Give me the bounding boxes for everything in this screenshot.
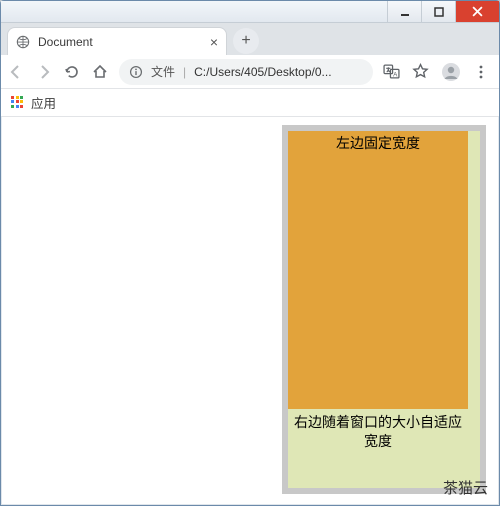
- kebab-menu-icon[interactable]: [473, 64, 489, 80]
- bookmark-star-icon[interactable]: [412, 63, 429, 80]
- demo-left-fixed-box: 左边固定宽度: [288, 131, 468, 409]
- svg-text:A: A: [393, 71, 398, 78]
- page-viewport: 左边固定宽度 右边随着窗口的大小自适应宽度 茶猫云: [2, 117, 498, 504]
- info-icon: [129, 65, 143, 79]
- globe-icon: [16, 35, 30, 49]
- forward-button[interactable]: [35, 63, 53, 81]
- bookmark-apps-label[interactable]: 应用: [31, 93, 56, 112]
- demo-container: 左边固定宽度 右边随着窗口的大小自适应宽度: [282, 125, 486, 494]
- toolbar-right-icons: A: [383, 62, 493, 82]
- new-tab-button[interactable]: +: [233, 28, 259, 54]
- minimize-button[interactable]: [387, 1, 421, 22]
- reload-button[interactable]: [63, 63, 81, 81]
- maximize-button[interactable]: [421, 1, 455, 22]
- back-button[interactable]: [7, 63, 25, 81]
- left-fixed-label: 左边固定宽度: [336, 133, 420, 409]
- tab-strip: Document × +: [1, 23, 499, 55]
- url-separator: |: [183, 65, 186, 79]
- tab-title: Document: [38, 35, 202, 49]
- plus-icon: +: [241, 32, 250, 50]
- browser-toolbar: 文件 | C:/Users/405/Desktop/0... A: [1, 55, 499, 89]
- watermark-text: 茶猫云: [443, 477, 488, 498]
- address-bar[interactable]: 文件 | C:/Users/405/Desktop/0...: [119, 59, 373, 85]
- browser-window: Document × + 文件 | C:/Users/405/Desktop/: [0, 0, 500, 506]
- profile-avatar-icon[interactable]: [441, 62, 461, 82]
- translate-icon[interactable]: A: [383, 63, 400, 80]
- url-text: C:/Users/405/Desktop/0...: [194, 65, 363, 79]
- right-adaptive-label: 右边随着窗口的大小自适应宽度: [288, 411, 468, 453]
- os-titlebar: [1, 1, 499, 23]
- demo-right-column: 左边固定宽度 右边随着窗口的大小自适应宽度: [288, 131, 480, 488]
- tab-document[interactable]: Document ×: [7, 27, 227, 55]
- home-button[interactable]: [91, 63, 109, 81]
- bookmarks-bar: 应用: [1, 89, 499, 117]
- close-window-button[interactable]: [455, 1, 499, 22]
- tab-close-icon[interactable]: ×: [210, 34, 218, 50]
- url-scheme-label: 文件: [151, 63, 175, 80]
- apps-grid-icon[interactable]: [11, 96, 25, 110]
